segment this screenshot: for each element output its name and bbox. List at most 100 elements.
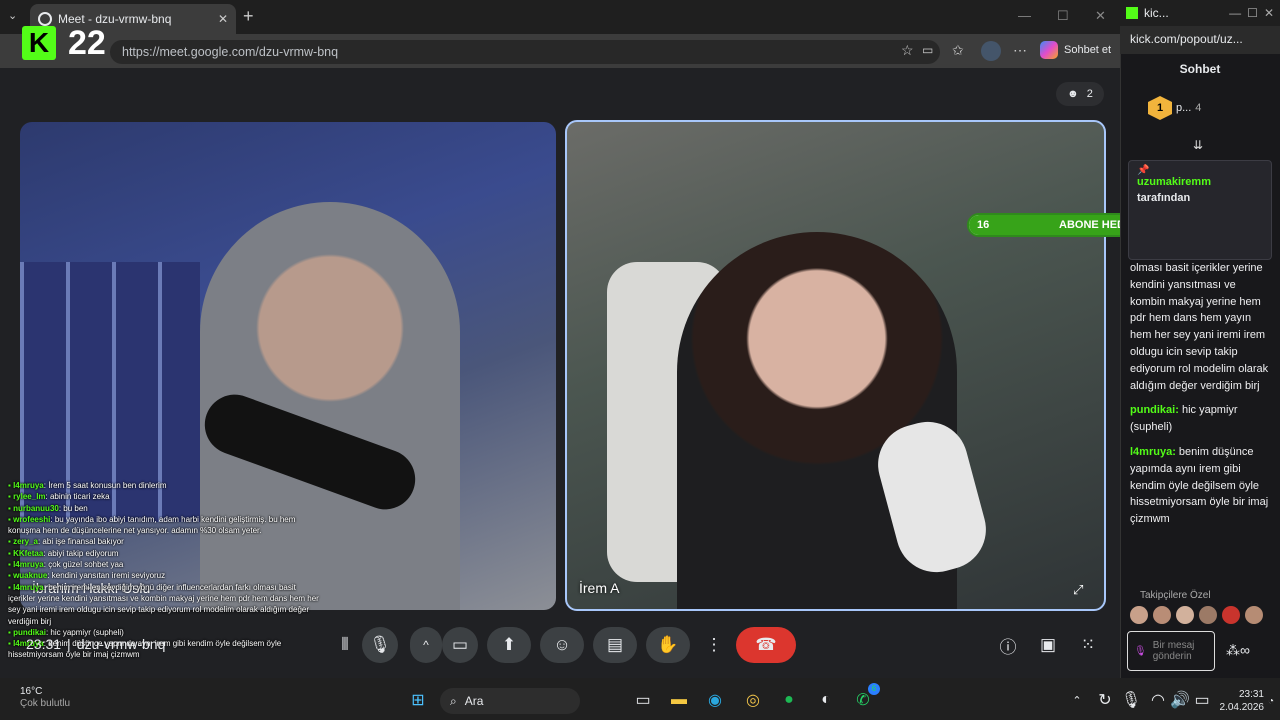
copilot-chat-button[interactable]: Sohbet et [1040, 41, 1111, 59]
weather-temp: 16°C [20, 686, 43, 697]
participants-icon: ☻ [1067, 88, 1079, 100]
favorites-icon[interactable]: ✩ [952, 42, 964, 59]
copilot-chat-label: Sohbet et [1064, 44, 1112, 56]
top-gifter-card[interactable]: 1 p... 4 [1148, 96, 1201, 120]
captions-button[interactable]: ▤ [593, 627, 637, 663]
overlay-chat-user: l4mruya [13, 481, 44, 490]
clock[interactable]: 23:31 2.04.2026 [1218, 688, 1265, 714]
maximize-button[interactable]: ☐ [1057, 8, 1069, 24]
mic-tray-icon[interactable]: 🎙 [1118, 687, 1144, 713]
whatsapp-icon[interactable]: ✆ 6 [850, 683, 880, 713]
address-bar[interactable]: https://meet.google.com/dzu-vrmw-bnq [110, 40, 940, 64]
scroll-down-icon[interactable]: ⇊ [1193, 138, 1203, 152]
tab-search-button[interactable]: ⌄ [8, 9, 17, 22]
emote-icon[interactable] [1222, 606, 1240, 624]
video-tile-right[interactable]: İrem A ⤢ [565, 120, 1106, 611]
minimize-button[interactable]: — [1018, 8, 1031, 23]
captions-icon: ▤ [606, 635, 624, 654]
file-explorer-icon[interactable]: ▬ [666, 687, 692, 713]
pin-icon: 📌 [1137, 165, 1150, 176]
popout-minimize-button[interactable]: — [1229, 6, 1241, 20]
overlay-chat-text: : bu ben [58, 503, 88, 513]
hand-icon: ✋ [657, 635, 679, 654]
emoji-button[interactable]: ☺ [540, 627, 584, 663]
popout-titlebar: kic... — ☐ ✕ [1120, 0, 1280, 26]
overlay-chat-user: rylee_lm [13, 492, 46, 502]
mic-button[interactable]: 🎙 [362, 627, 398, 663]
overlay-chat-message: ▪ nurbanuu30: bu ben [8, 503, 320, 514]
raise-hand-button[interactable]: ✋ [646, 627, 690, 663]
leave-call-button[interactable]: ☎ [736, 627, 796, 663]
more-options-button[interactable]: ⋮ [700, 627, 728, 663]
close-window-button[interactable]: ✕ [1095, 8, 1106, 24]
sync-icon[interactable]: ↻ [1092, 687, 1118, 713]
obs-icon[interactable]: ◐ [813, 687, 839, 713]
overlay-chat-text: : abi işe finansal bakıyor [37, 537, 124, 547]
mic-icon: 🎙 [1134, 645, 1147, 657]
emote-icon[interactable] [1176, 606, 1194, 624]
popout-maximize-button[interactable]: ☐ [1247, 6, 1258, 20]
profile-avatar[interactable] [981, 41, 1001, 61]
spotify-icon[interactable]: ● [776, 687, 802, 713]
emote-icon[interactable] [1130, 606, 1148, 624]
overlay-chat-text: : İrem 5 saat konusun ben dinlerim [43, 481, 167, 490]
overlay-chat-message: ▪ wrofeeshi: bu yayında ibo abiyi tanıdı… [8, 514, 320, 537]
present-button[interactable]: ⬆ [487, 627, 531, 663]
bookmark-star-icon[interactable]: ☆ [901, 42, 914, 59]
emote-icon[interactable] [1199, 606, 1217, 624]
hang-up-icon: ☎ [755, 635, 777, 654]
meeting-time: 23:31 | dzu-vrmw-bnq [26, 636, 166, 652]
overlay-chat-user: l4mruya [13, 582, 44, 592]
overlay-chat: ▪ l4mruya: İrem 5 saat konusun ben dinle… [8, 480, 320, 661]
notification-bell-icon[interactable]: ◔ [1268, 696, 1274, 707]
popout-chat-user[interactable]: pundikai: [1130, 404, 1182, 416]
camera-button[interactable]: ▭ [442, 627, 478, 663]
weather-widget[interactable]: 16°C Çok bulutlu [20, 686, 70, 710]
start-button[interactable]: ⊞ [405, 687, 431, 713]
overlay-chat-text: : abinin ticari zeka [45, 492, 110, 502]
tray-overflow-icon[interactable]: ⌃ [1064, 687, 1090, 713]
emote-row[interactable] [1130, 606, 1270, 624]
overlay-chat-user: l4mruya [13, 560, 44, 570]
taskbar-search[interactable]: ⌕ Ara [440, 688, 580, 714]
overlay-chat-message: ▪ rylee_lm: abinin ticari zeka [8, 491, 320, 502]
task-view-icon[interactable]: ▭ [630, 687, 656, 713]
new-tab-button[interactable]: + [243, 6, 254, 27]
present-icon: ⬆ [501, 635, 517, 654]
popout-chat-user[interactable]: l4mruya: [1130, 446, 1179, 458]
participants-indicator[interactable]: ☻ 2 [1056, 82, 1104, 106]
overlay-chat-user: wrofeeshi [13, 514, 51, 524]
chrome-icon[interactable]: ◎ [740, 687, 766, 713]
audio-levels-button[interactable]: ⦀ [330, 627, 360, 663]
overlay-chat-message: ▪ KKfetaa: abiyi takip ediyorum [8, 548, 320, 559]
emote-icon[interactable] [1245, 606, 1263, 624]
emote-picker-button[interactable]: ⁂∞ [1226, 642, 1250, 659]
close-tab-icon[interactable]: ✕ [218, 12, 228, 26]
meeting-info-button[interactable]: ⓘ [994, 627, 1022, 663]
right-participant-name: İrem A [579, 580, 620, 596]
activities-button[interactable]: ⁙ [1074, 627, 1102, 663]
chat-input[interactable]: 🎙 Bir mesaj gönderin [1127, 631, 1215, 671]
edge-icon[interactable]: ◉ [702, 687, 728, 713]
viewer-count: 22 [68, 24, 106, 62]
meeting-code: dzu-vrmw-bnq [76, 636, 166, 652]
menu-icon[interactable]: ⋯ [1013, 42, 1027, 59]
expand-icon[interactable]: ⤢ [1073, 582, 1083, 598]
camera-icon[interactable]: ▭ [922, 43, 933, 57]
taskbar-search-label: Ara [464, 694, 484, 708]
popout-close-button[interactable]: ✕ [1264, 6, 1274, 20]
chat-button[interactable]: ▣ [1034, 627, 1062, 663]
camera-options-button[interactable]: ^ [410, 627, 442, 663]
goal-current: 16 [977, 219, 990, 231]
pinned-message: 📌 uzumakiremm tarafından [1128, 160, 1272, 260]
overlay-chat-message: ▪ l4mruya: İrem 5 saat konusun ben dinle… [8, 480, 320, 491]
emote-icon[interactable] [1153, 606, 1171, 624]
overlay-chat-user: nurbanuu30 [13, 503, 59, 513]
tab-meet[interactable]: Meet - dzu-vrmw-bnq ✕ [30, 4, 236, 34]
clock-time: 23:31 [1238, 689, 1264, 700]
popout-chat-text: olması basit içerikler yerine kendini ya… [1130, 262, 1269, 392]
battery-icon[interactable]: ▭ [1189, 687, 1215, 713]
popout-url[interactable]: kick.com/popout/uz... [1120, 26, 1280, 54]
emoji-icon: ☺ [553, 635, 571, 654]
copilot-icon [1040, 41, 1058, 59]
